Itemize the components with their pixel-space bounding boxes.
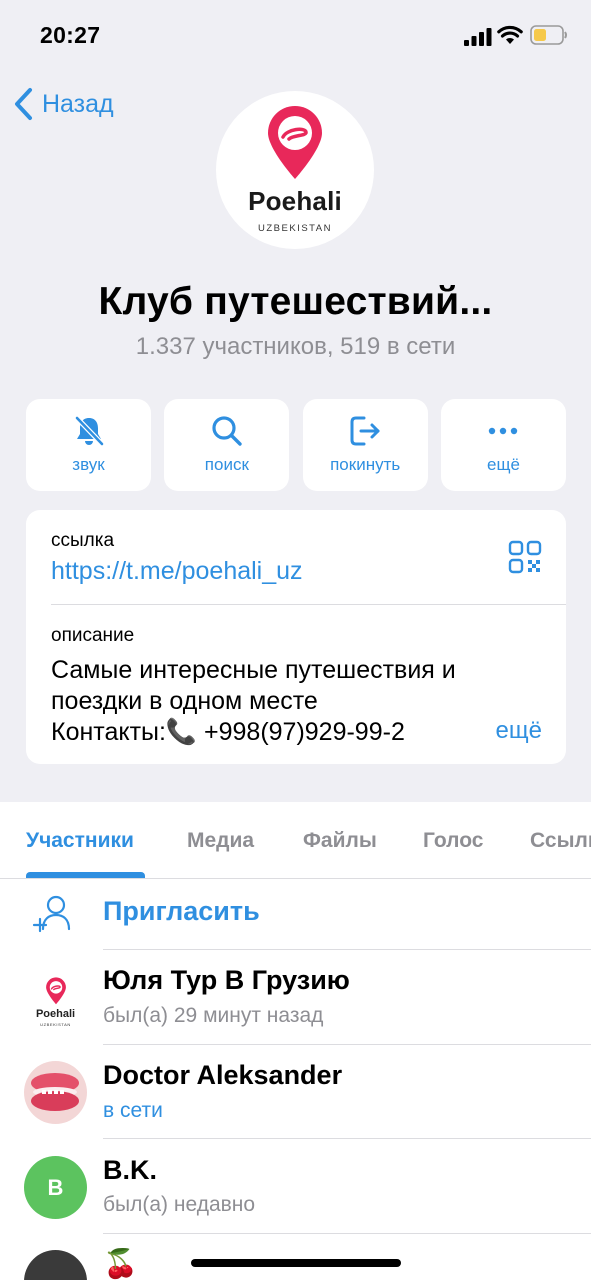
- tab-members[interactable]: Участники: [26, 829, 134, 853]
- battery-icon: [530, 25, 567, 45]
- member-avatar[interactable]: [24, 1061, 87, 1124]
- member-status: в сети: [103, 1099, 163, 1122]
- member-name[interactable]: B.K.: [103, 1155, 157, 1186]
- location-pin-logo-icon: [268, 106, 322, 179]
- more-label: ещё: [487, 455, 520, 474]
- tab-files[interactable]: Файлы: [303, 829, 377, 853]
- mute-label: звук: [72, 455, 105, 474]
- back-button[interactable]: Назад: [12, 86, 114, 122]
- media-tabs: Участники Медиа Файлы Голос Ссылки: [0, 802, 591, 879]
- macaron-photo: [31, 1073, 79, 1111]
- search-icon: [212, 416, 242, 446]
- description-line-2: поездки в одном месте: [51, 687, 318, 715]
- leave-button[interactable]: покинуть: [302, 399, 428, 491]
- row-divider: [103, 1233, 591, 1234]
- member-avatar[interactable]: Poehali UZBEKISTAN: [24, 967, 87, 1030]
- info-divider: [51, 604, 566, 605]
- tab-media[interactable]: Медиа: [187, 829, 254, 853]
- row-divider: [103, 949, 591, 950]
- add-member-icon[interactable]: [32, 893, 74, 935]
- group-title: Клуб путешествий...: [98, 280, 493, 323]
- home-indicator: [191, 1259, 401, 1267]
- row-divider: [103, 1044, 591, 1045]
- invite-link[interactable]: https://t.me/poehali_uz: [51, 557, 303, 586]
- description-line-1: Самые интересные путешествия и: [51, 656, 456, 684]
- description-more-link[interactable]: ещё: [481, 717, 542, 745]
- more-icon: [489, 427, 518, 435]
- search-button[interactable]: поиск: [164, 399, 290, 491]
- avatar-logo-subtitle: UZBEKISTAN: [40, 1022, 71, 1027]
- status-bar: 20:27: [0, 0, 591, 70]
- group-avatar[interactable]: Poehali UZBEKISTAN: [216, 91, 374, 249]
- member-avatar[interactable]: B: [24, 1156, 87, 1219]
- invite-button[interactable]: Пригласить: [103, 896, 260, 927]
- description-label: описание: [51, 625, 135, 646]
- group-subtitle: 1.337 участников, 519 в сети: [135, 333, 456, 360]
- cellular-signal-icon: [464, 28, 492, 46]
- link-label: ссылка: [51, 530, 115, 551]
- status-time: 20:27: [40, 22, 101, 48]
- member-status: был(а) недавно: [103, 1193, 256, 1216]
- back-label: Назад: [42, 89, 114, 118]
- members-section: Участники Медиа Файлы Голос Ссылки: [0, 802, 591, 1280]
- tab-links[interactable]: Ссылки: [530, 829, 591, 853]
- member-name[interactable]: 🍒: [103, 1247, 138, 1280]
- description-line-3: Контакты:📞 +998(97)929-99-2: [51, 718, 405, 746]
- member-name[interactable]: Юля Тур В Грузию: [103, 965, 350, 996]
- bell-slash-icon: [74, 416, 104, 446]
- more-button[interactable]: ещё: [440, 399, 566, 491]
- action-buttons: звук поиск покинуть ещё: [26, 399, 566, 491]
- mute-button[interactable]: звук: [26, 399, 151, 491]
- leave-icon: [350, 416, 380, 446]
- leave-label: покинуть: [330, 455, 401, 474]
- row-divider: [103, 1138, 591, 1139]
- logo-title: Poehali: [248, 186, 342, 216]
- avatar-initial: B: [47, 1174, 64, 1200]
- search-label: поиск: [204, 455, 249, 474]
- logo-subtitle: UZBEKISTAN: [258, 223, 332, 234]
- wifi-icon: [497, 25, 523, 44]
- avatar-logo-title: Poehali: [35, 1008, 76, 1020]
- qr-code-icon[interactable]: [508, 540, 542, 574]
- tabs-divider: [0, 878, 591, 879]
- tab-voice[interactable]: Голос: [423, 829, 483, 853]
- location-pin-logo-icon: [46, 977, 66, 1005]
- member-name[interactable]: Doctor Aleksander: [103, 1060, 342, 1091]
- member-status: был(а) 29 минут назад: [103, 1004, 324, 1027]
- info-card: ссылка https://t.me/poehali_uz описание …: [26, 510, 566, 764]
- chevron-left-icon: [15, 88, 32, 120]
